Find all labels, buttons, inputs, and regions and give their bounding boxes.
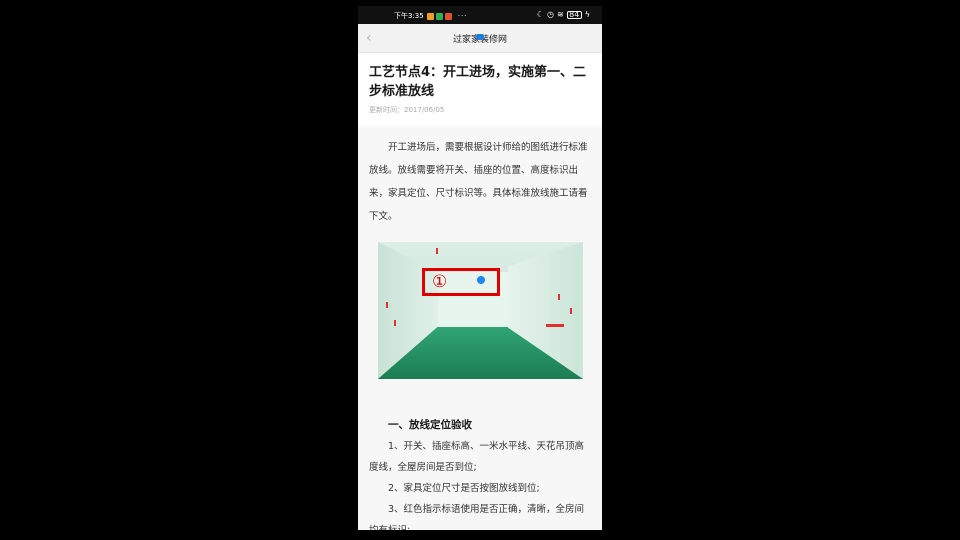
list-item: 2、家具定位尺寸是否按图放线到位; (388, 483, 540, 494)
highlight-box: ① (422, 268, 500, 296)
section-heading: 一、放线定位验收 (388, 419, 472, 431)
phone-screen: 下午3:35 ··· ☾ ◷ ≋ 84 ϟ ‹ 过家家装修网 工艺节点4：开工进… (358, 6, 602, 530)
article-body[interactable]: 开工进场后，需要根据设计师给的图纸进行标准放线。放线需要将开关、插座的位置、高度… (358, 127, 602, 530)
status-left: 下午3:35 ··· (394, 11, 467, 21)
update-time: 更新时间：2017/06/05 (369, 106, 445, 114)
notification-icon (444, 12, 452, 20)
notification-icon (426, 12, 434, 20)
article-title: 工艺节点4：开工进场，实施第一、二步标准放线 (369, 65, 587, 99)
list-item: 1、开关、插座标高、一米水平线、天花吊顶高度线，全屋房间是否到位; (369, 441, 585, 473)
red-marker (386, 302, 388, 308)
status-time: 下午3:35 (394, 12, 424, 20)
status-bar: 下午3:35 ··· ☾ ◷ ≋ 84 ϟ (358, 6, 602, 24)
moon-icon: ☾ (536, 10, 545, 19)
alarm-icon: ◷ (547, 10, 555, 19)
battery-icon: 84 (566, 10, 582, 19)
section-list: 1、开关、插座标高、一米水平线、天花吊顶高度线，全屋房间是否到位; 2、家具定位… (369, 436, 593, 530)
red-marker (546, 324, 564, 327)
red-marker (558, 294, 560, 300)
wifi-icon: ≋ (557, 10, 564, 19)
notification-icon (435, 12, 443, 20)
status-right: ☾ ◷ ≋ 84 ϟ (534, 10, 590, 19)
charging-icon: ϟ (584, 10, 590, 19)
red-marker (436, 248, 438, 254)
nav-bar: ‹ 过家家装修网 (358, 24, 602, 53)
touch-indicator-icon (476, 34, 484, 40)
intro-paragraph: 开工进场后，需要根据设计师给的图纸进行标准放线。放线需要将开关、插座的位置、高度… (369, 142, 588, 222)
construction-photo[interactable]: ① (378, 242, 583, 379)
more-notifications-icon: ··· (457, 12, 468, 20)
red-marker (394, 320, 396, 326)
article-header: 工艺节点4：开工进场，实施第一、二步标准放线 更新时间：2017/06/05 (358, 53, 602, 126)
touch-indicator-icon (477, 276, 485, 284)
red-marker (570, 308, 572, 314)
list-item: 3、红色指示标语使用是否正确，清晰，全房间均有标识; (369, 504, 585, 530)
highlight-label: ① (432, 272, 448, 292)
